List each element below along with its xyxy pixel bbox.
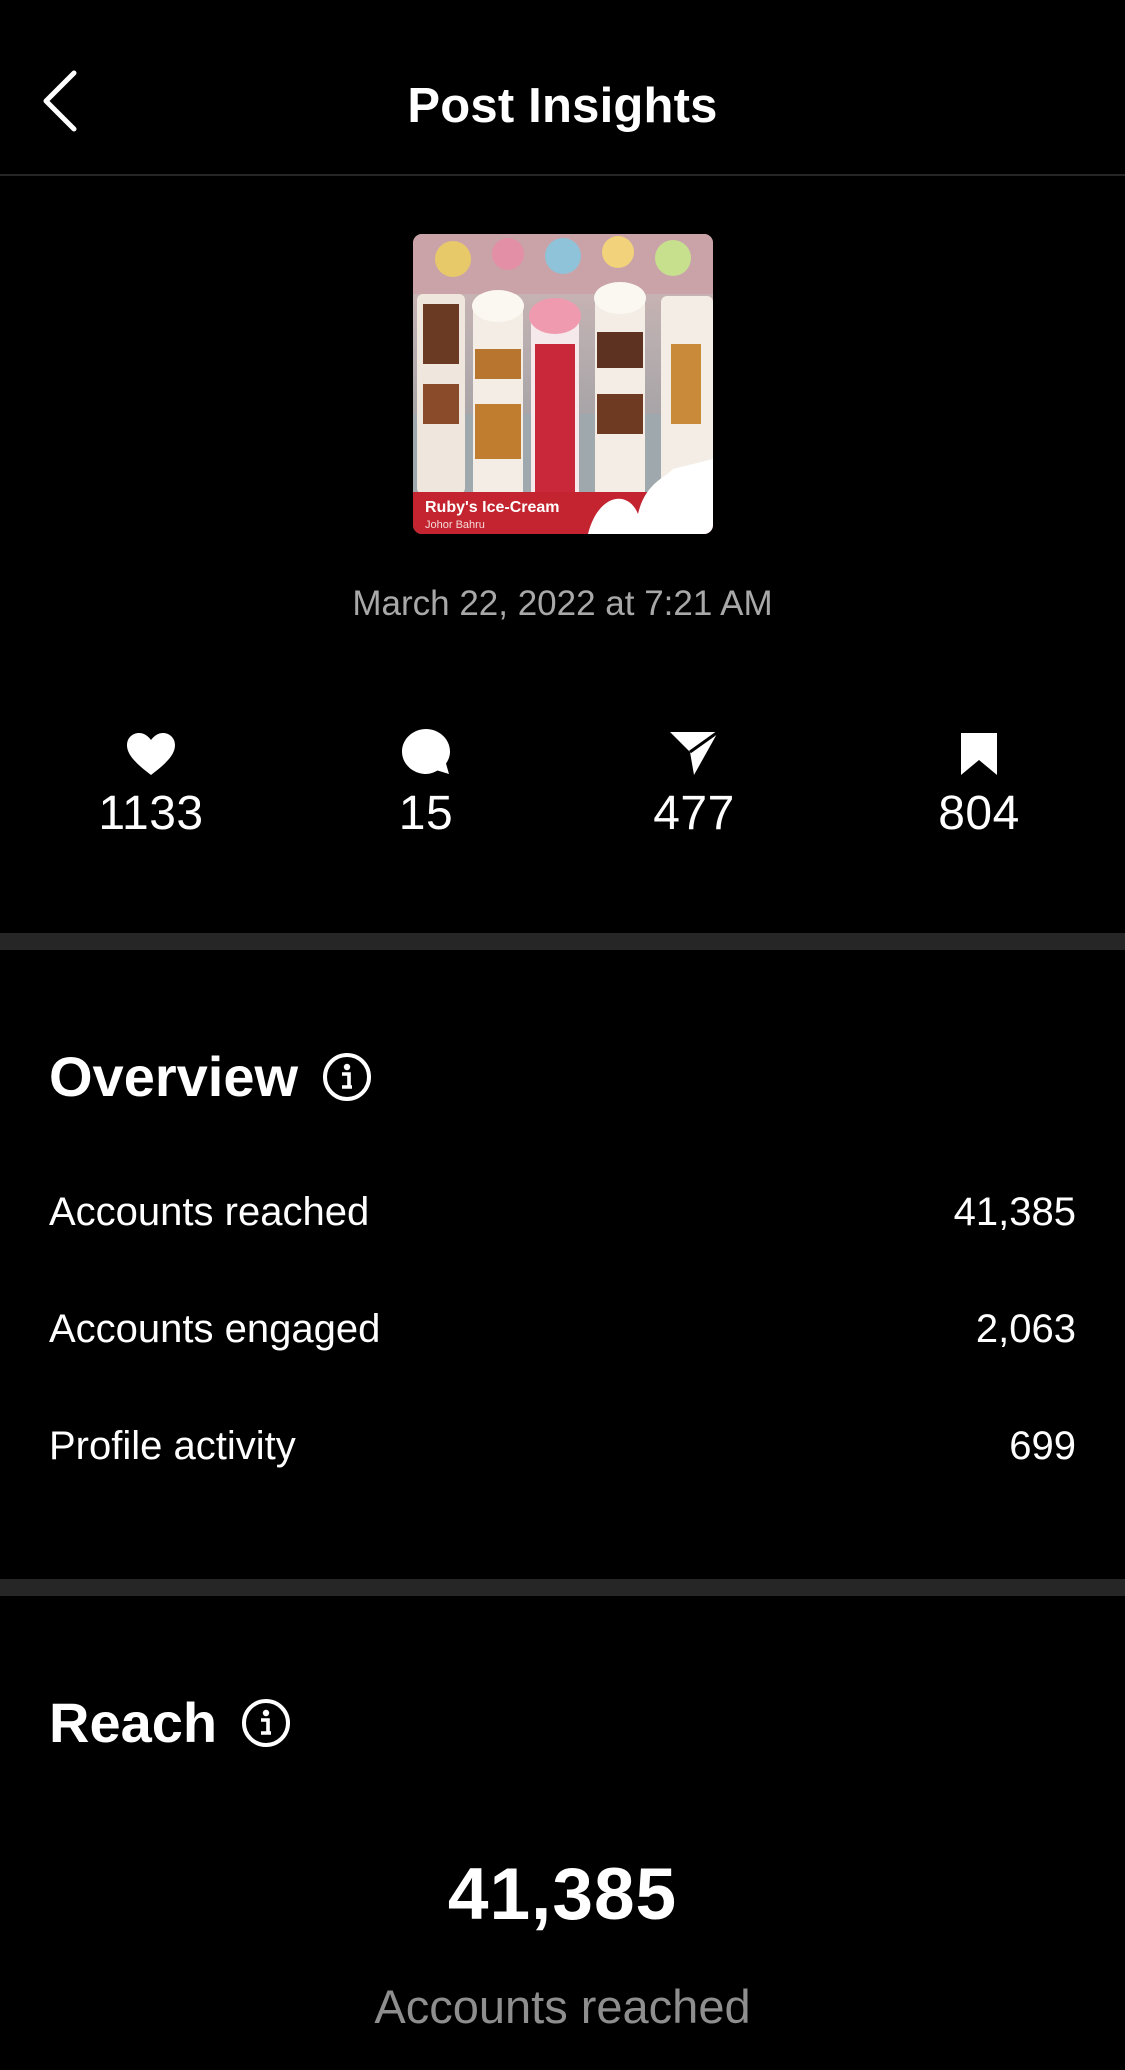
send-icon bbox=[670, 730, 719, 775]
shares-count: 477 bbox=[653, 787, 735, 840]
info-icon[interactable] bbox=[322, 1052, 372, 1102]
overview-row-profile-activity[interactable]: Profile activity 699 bbox=[49, 1424, 1076, 1469]
reach-heading: Reach bbox=[49, 1690, 291, 1755]
row-label: Accounts reached bbox=[49, 1190, 370, 1234]
thumbnail-subcaption: Johor Bahru bbox=[425, 519, 485, 531]
saves-count: 804 bbox=[938, 787, 1020, 840]
likes-count: 1133 bbox=[98, 787, 204, 840]
likes-stat: 1133 bbox=[51, 724, 251, 841]
info-icon[interactable] bbox=[241, 1698, 291, 1748]
reach-total: 41,385 bbox=[447, 1854, 678, 1935]
post-date: March 22, 2022 at 7:21 AM bbox=[352, 584, 773, 623]
row-value: 699 bbox=[1009, 1424, 1076, 1468]
reach-label: Accounts reached bbox=[374, 1980, 751, 2033]
heart-icon bbox=[127, 733, 175, 775]
page-title: Post Insights bbox=[407, 79, 718, 133]
row-label: Accounts engaged bbox=[49, 1307, 381, 1351]
thumbnail-caption: Ruby's Ice-Cream bbox=[425, 499, 560, 516]
row-label: Profile activity bbox=[49, 1424, 296, 1468]
shares-stat: 477 bbox=[594, 724, 794, 841]
section-divider bbox=[0, 933, 1125, 950]
overview-row-accounts-reached[interactable]: Accounts reached 41,385 bbox=[49, 1190, 1076, 1235]
overview-title: Overview bbox=[49, 1045, 299, 1108]
comment-bubble-icon bbox=[402, 729, 450, 774]
row-value: 41,385 bbox=[953, 1190, 1076, 1234]
comments-stat: 15 bbox=[326, 724, 526, 841]
row-value: 2,063 bbox=[975, 1307, 1076, 1351]
overview-row-accounts-engaged[interactable]: Accounts engaged 2,063 bbox=[49, 1307, 1076, 1352]
section-divider bbox=[0, 1579, 1125, 1596]
saves-stat: 804 bbox=[879, 724, 1079, 841]
post-thumbnail[interactable]: Ruby's Ice-Cream Johor Bahru bbox=[413, 234, 713, 534]
top-bar: Post Insights bbox=[0, 0, 1125, 176]
overview-heading: Overview bbox=[49, 1044, 372, 1109]
bookmark-icon bbox=[961, 733, 997, 775]
comments-count: 15 bbox=[398, 787, 454, 840]
post-image: Ruby's Ice-Cream Johor Bahru bbox=[413, 234, 713, 534]
reach-title: Reach bbox=[49, 1691, 218, 1754]
